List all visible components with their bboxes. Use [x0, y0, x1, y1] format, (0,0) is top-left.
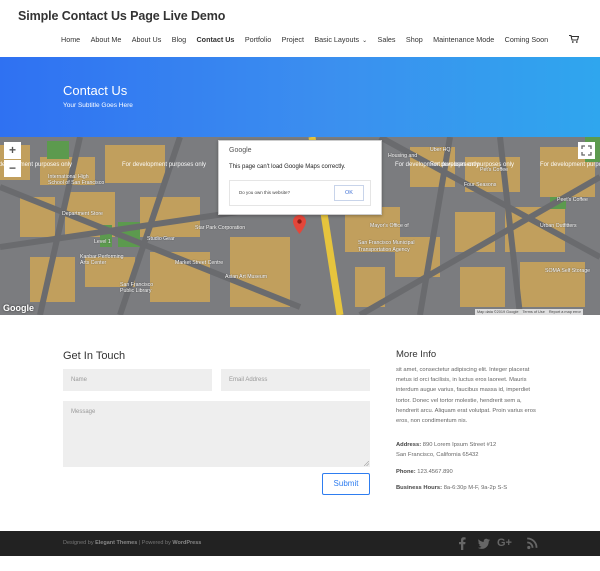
nav-maintenance-mode[interactable]: Maintenance Mode [433, 35, 494, 44]
fullscreen-icon[interactable] [578, 142, 595, 159]
twitter-icon[interactable] [478, 537, 490, 550]
phone-label: Phone: [396, 469, 416, 475]
map-poi: Market Street Centre [175, 260, 224, 266]
name-input[interactable]: Name [63, 369, 212, 391]
message-placeholder: Message [71, 409, 96, 415]
report-error-link[interactable]: Report a map error [547, 309, 583, 315]
designed-by-text: Designed by [63, 540, 94, 546]
map-poi: Transportation Agency [358, 247, 410, 253]
site-title[interactable]: Simple Contact Us Page Live Demo [18, 9, 225, 23]
google-plus-icon[interactable]: G+ [497, 537, 517, 550]
map-poi: Asian Art Museum [225, 274, 268, 280]
map-poi: Department Store [62, 211, 103, 217]
map-poi: Studio Gear [147, 236, 175, 242]
dialog-google-logo: Google [229, 147, 252, 154]
cart-icon[interactable] [569, 35, 579, 43]
dialog-action-box: Do you own this website? OK [229, 180, 371, 206]
nav-coming-soon[interactable]: Coming Soon [505, 35, 549, 44]
nav-project[interactable]: Project [282, 35, 304, 44]
nav-blog[interactable]: Blog [172, 35, 186, 44]
nav-shop[interactable]: Shop [406, 35, 423, 44]
more-info-text: sit amet, consectetur adipiscing elit. I… [396, 367, 536, 425]
map-zoom-in-button[interactable]: + [4, 142, 21, 159]
submit-button[interactable]: Submit [322, 473, 370, 495]
address-line2: San Francisco, California 65432 [396, 452, 479, 459]
hours-label: Business Hours: [396, 485, 443, 491]
map-watermark: For development purposes only [540, 162, 600, 168]
page-hero: Contact Us Your Subtitle Goes Here [0, 57, 600, 137]
map-poi: San Francisco Municipal [358, 240, 415, 246]
map-poi: Uber HQ [430, 147, 451, 153]
main-nav: Home About Me About Us Blog Contact Us P… [61, 35, 559, 44]
dialog-ok-button[interactable]: OK [334, 185, 364, 201]
map-poi: Public Library [120, 288, 152, 294]
email-input[interactable]: Email Address [221, 369, 370, 391]
map-poi: Housing and [388, 153, 418, 159]
map-poi: Four Seasons [464, 182, 497, 188]
dialog-question[interactable]: Do you own this website? [239, 190, 290, 195]
terms-link[interactable]: Terms of Use [520, 309, 546, 315]
address-line1: 890 Lorem Ipsum Street #12 [422, 442, 497, 448]
dialog-message: This page can't load Google Maps correct… [229, 164, 346, 170]
nav-portfolio[interactable]: Portfolio [245, 35, 271, 44]
map-attribution: Map data ©2019 Google Terms of Use Repor… [475, 309, 583, 315]
address-block: Address: 890 Lorem Ipsum Street #12 San … [396, 440, 496, 460]
powered-by-text: | Powered by [138, 540, 171, 546]
elegant-themes-link[interactable]: Elegant Themes [95, 540, 137, 546]
footer-credits: Designed by Elegant Themes | Powered by … [63, 540, 201, 546]
nav-contact-us[interactable]: Contact Us [196, 35, 234, 44]
phone-value: 123.4567.890 [417, 469, 453, 475]
map-watermark: For development purposes only [122, 162, 207, 168]
map-poi: Arts Center [80, 260, 107, 266]
map-poi: Mayor's Office of [370, 223, 409, 229]
nav-sales[interactable]: Sales [378, 35, 396, 44]
map-poi: SOMA Self Storage [545, 268, 590, 274]
hours-value: 8a-6:30p M-F, 9a-2p S-S [443, 485, 508, 491]
nav-basic-layouts-label: Basic Layouts [314, 35, 360, 44]
facebook-icon[interactable] [458, 537, 466, 550]
map-error-dialog: Google This page can't load Google Maps … [218, 140, 382, 215]
address-label: Address: [396, 442, 422, 448]
more-info-title: More Info [396, 349, 437, 360]
map-poi: School of San Francisco [48, 180, 105, 186]
nav-about-me[interactable]: About Me [91, 35, 122, 44]
site-header: Simple Contact Us Page Live Demo Home Ab… [0, 0, 600, 57]
contact-form-title: Get In Touch [63, 350, 126, 362]
nav-about-us[interactable]: About Us [132, 35, 162, 44]
resize-handle-icon[interactable] [364, 461, 369, 466]
wordpress-link[interactable]: WordPress [172, 540, 201, 546]
map-poi: Star Park Corporation [195, 225, 246, 231]
map-zoom-out-button[interactable]: − [4, 160, 21, 177]
map-marker-icon[interactable] [293, 215, 306, 234]
nav-basic-layouts[interactable]: Basic Layouts ⌄ [314, 35, 367, 44]
map-poi: Pet's Coffee [480, 167, 509, 173]
google-logo: Google [3, 303, 34, 313]
map-watermark: For development purposes only [395, 162, 480, 168]
message-textarea[interactable]: Message [63, 401, 370, 467]
map-data-text: Map data ©2019 Google [477, 310, 519, 314]
site-footer: Designed by Elegant Themes | Powered by … [0, 531, 600, 556]
rss-icon[interactable] [527, 537, 538, 550]
map-poi: Peet's Coffee [557, 197, 588, 203]
map-poi: Level 1 [94, 239, 111, 245]
chevron-down-icon: ⌄ [362, 38, 368, 44]
google-map[interactable]: For development purposes only For develo… [0, 137, 600, 315]
page-subtitle: Your Subtitle Goes Here [63, 102, 133, 109]
phone-block: Phone: 123.4567.890 [396, 467, 453, 477]
map-poi: Urban Outfitters [540, 223, 577, 229]
page-title: Contact Us [63, 83, 128, 98]
hours-block: Business Hours: 8a-6:30p M-F, 9a-2p S-S [396, 483, 507, 493]
nav-home[interactable]: Home [61, 35, 80, 44]
